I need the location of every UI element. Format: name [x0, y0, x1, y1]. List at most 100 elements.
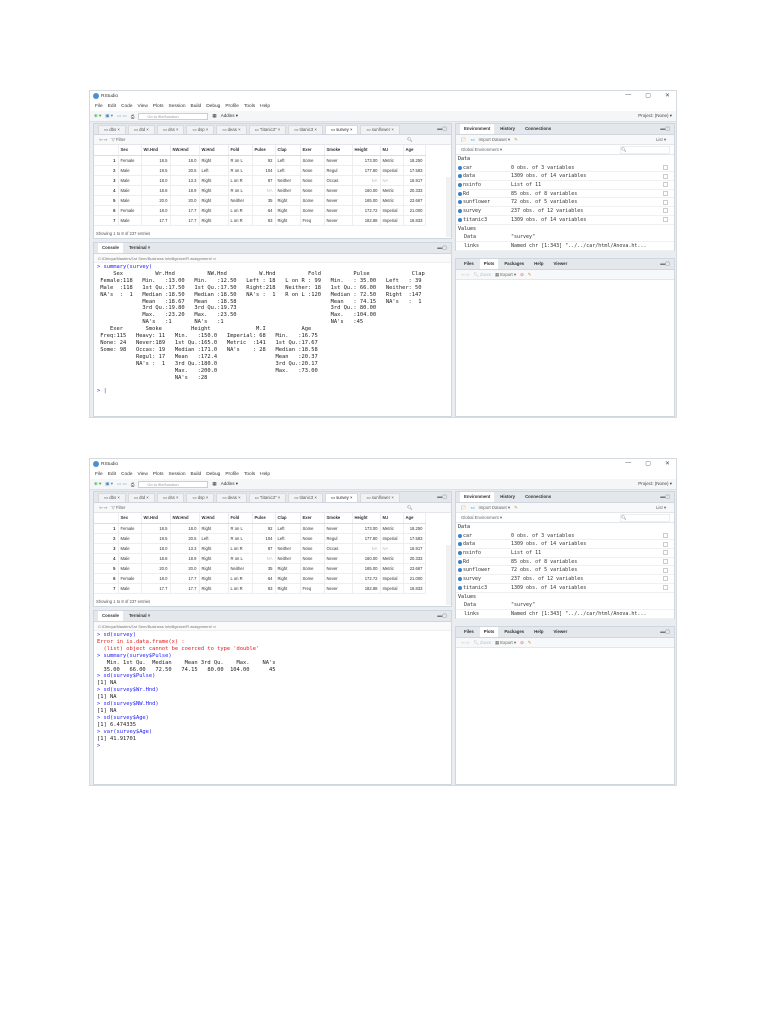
source-tab[interactable]: ▭ titanic3 ×: [288, 493, 323, 502]
column-header[interactable]: [94, 145, 119, 156]
expand-icon[interactable]: [458, 568, 462, 573]
console-tab[interactable]: Terminal ×: [125, 611, 154, 621]
files-tab[interactable]: Viewer: [549, 259, 571, 269]
menu-tools[interactable]: Tools: [244, 104, 255, 109]
source-tab[interactable]: ▭ sunflower ×: [360, 493, 400, 502]
env-tab[interactable]: Connections: [521, 124, 555, 134]
minimize-pane-icon[interactable]: ▬▢: [437, 613, 447, 619]
env-tab[interactable]: Environment: [460, 124, 495, 134]
env-object-row[interactable]: sunflower 72 obs. of 5 variables: [456, 566, 674, 576]
expand-icon[interactable]: [458, 533, 462, 538]
view-table-icon[interactable]: [663, 191, 668, 197]
zoom-button[interactable]: 🔍︎ Zoom: [473, 272, 491, 278]
clear-plots-icon[interactable]: ✎: [528, 272, 532, 278]
list-view-button[interactable]: List ▾: [656, 137, 666, 143]
view-table-icon[interactable]: [663, 199, 668, 205]
column-header[interactable]: M.I: [380, 513, 404, 524]
goto-file-input[interactable]: Go to file/function: [138, 112, 209, 120]
files-tab[interactable]: Packages: [500, 259, 528, 269]
minimize-pane-icon[interactable]: ▬▢: [437, 245, 447, 251]
minimize-pane-icon[interactable]: ▬▢: [437, 126, 447, 132]
env-tab[interactable]: Connections: [521, 492, 555, 502]
view-table-icon[interactable]: [663, 165, 668, 171]
column-header[interactable]: Sex: [118, 145, 142, 156]
search-object-icon[interactable]: [663, 182, 668, 188]
column-header[interactable]: Clap: [275, 145, 301, 156]
expand-icon[interactable]: [458, 559, 462, 564]
console-output[interactable]: > summary(survey) Sex Wr.Hnd NW.Hnd W.Hn…: [94, 263, 451, 395]
files-tab[interactable]: Help: [530, 627, 547, 637]
source-tab[interactable]: ▭ "titanic3" ×: [248, 493, 287, 502]
env-object-row[interactable]: car 0 obs. of 3 variables: [456, 532, 674, 541]
column-header[interactable]: W.Hnd: [199, 513, 229, 524]
expand-icon[interactable]: [458, 217, 462, 222]
minimize-button[interactable]: —: [625, 92, 631, 99]
menu-build[interactable]: Build: [191, 472, 202, 477]
column-header[interactable]: Fold: [228, 513, 253, 524]
expand-icon[interactable]: [458, 208, 462, 213]
console-tab[interactable]: Console: [98, 611, 123, 621]
load-workspace-icon[interactable]: 📂︎: [461, 505, 466, 511]
menu-build[interactable]: Build: [191, 104, 202, 109]
env-object-row[interactable]: car 0 obs. of 3 variables: [456, 164, 674, 173]
broom-icon[interactable]: ✎: [514, 137, 518, 143]
files-tab[interactable]: Plots: [479, 259, 499, 269]
print-icon[interactable]: ⎙: [131, 114, 135, 119]
source-tab[interactable]: ▭ sunflower ×: [360, 125, 400, 134]
source-tab[interactable]: ▭ deas ×: [216, 493, 247, 502]
save-icon[interactable]: ▭ ▭: [117, 481, 127, 487]
source-tab[interactable]: ▭ dss ×: [156, 125, 185, 134]
view-table-icon[interactable]: [663, 541, 668, 547]
remove-plot-icon[interactable]: ⊘: [520, 272, 524, 278]
load-workspace-icon[interactable]: 📂︎: [461, 137, 466, 143]
menu-edit[interactable]: Edit: [108, 104, 116, 109]
expand-icon[interactable]: [458, 550, 462, 555]
import-dataset-button[interactable]: Import Dataset ▾: [479, 137, 511, 143]
search-icon[interactable]: 🔍︎: [407, 137, 447, 143]
files-tab[interactable]: Files: [460, 627, 478, 637]
save-workspace-icon[interactable]: ▭: [470, 505, 474, 511]
env-search-input[interactable]: 🔍︎: [620, 145, 670, 154]
menu-debug[interactable]: Debug: [206, 472, 220, 477]
source-tab[interactable]: ▭ dss ×: [156, 493, 185, 502]
column-header[interactable]: NW.Hnd: [170, 513, 200, 524]
env-object-row[interactable]: survey 237 obs. of 12 variables: [456, 207, 674, 216]
minimize-pane-icon[interactable]: ▬▢: [660, 261, 670, 267]
source-tab[interactable]: ▭ dsp ×: [186, 125, 215, 134]
source-tab[interactable]: ▭ dtd ×: [127, 125, 155, 134]
menu-view[interactable]: View: [137, 472, 147, 477]
env-object-row[interactable]: nsinfo List of 11: [456, 181, 674, 190]
plot-nav-icon[interactable]: ⇦ ⇨: [461, 640, 469, 646]
env-object-row[interactable]: titanic3 1309 obs. of 14 variables: [456, 216, 674, 225]
filter-button[interactable]: ▽ Filter: [111, 137, 125, 143]
menu-plots[interactable]: Plots: [153, 104, 164, 109]
menu-code[interactable]: Code: [121, 472, 132, 477]
column-header[interactable]: Height: [352, 513, 381, 524]
filter-button[interactable]: ▽ Filter: [111, 505, 125, 511]
env-tab[interactable]: History: [496, 124, 519, 134]
expand-icon[interactable]: [458, 182, 462, 187]
list-view-button[interactable]: List ▾: [656, 505, 666, 511]
files-tab[interactable]: Files: [460, 259, 478, 269]
menu-help[interactable]: Help: [260, 472, 270, 477]
search-icon[interactable]: 🔍︎: [407, 505, 447, 511]
expand-icon[interactable]: [458, 542, 462, 547]
view-table-icon[interactable]: [663, 173, 668, 179]
view-table-icon[interactable]: [663, 208, 668, 214]
maximize-button[interactable]: ▢: [645, 460, 651, 467]
files-tab[interactable]: Packages: [500, 627, 528, 637]
menu-profile[interactable]: Profile: [225, 472, 239, 477]
files-tab[interactable]: Help: [530, 259, 547, 269]
env-tab[interactable]: Environment: [460, 492, 495, 502]
menu-profile[interactable]: Profile: [225, 104, 239, 109]
expand-icon[interactable]: [458, 165, 462, 170]
source-tab[interactable]: ▭ dbs ×: [98, 493, 126, 502]
env-search-input[interactable]: 🔍︎: [620, 513, 670, 522]
menu-session[interactable]: Session: [168, 472, 185, 477]
close-button[interactable]: ✕: [665, 460, 670, 467]
import-dataset-button[interactable]: Import Dataset ▾: [479, 505, 511, 511]
column-header[interactable]: Exer: [300, 513, 325, 524]
view-table-icon[interactable]: [663, 576, 668, 582]
minimize-pane-icon[interactable]: ▬▢: [660, 629, 670, 635]
menu-session[interactable]: Session: [168, 104, 185, 109]
